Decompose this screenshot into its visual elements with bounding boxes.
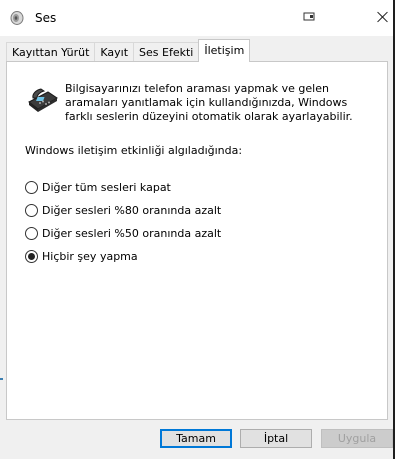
radio-button-selected[interactable] (25, 249, 38, 263)
window-icon[interactable] (299, 8, 319, 26)
panel-description: Bilgisayarınızı telefon araması yapmak v… (65, 82, 353, 123)
option-label: Diğer sesleri %50 oranında azalt (42, 226, 222, 240)
window-title: Ses (35, 11, 57, 25)
sound-dialog: Ses Kayıttan Yürüt Kayıt Ses Efekti İlet… (0, 0, 395, 459)
radio-button[interactable] (25, 203, 38, 217)
tab-strip: Kayıttan Yürüt Kayıt Ses Efekti İletişim (6, 39, 251, 62)
communications-panel: Bilgisayarınızı telefon araması yapmak v… (6, 61, 388, 420)
tab-playback[interactable]: Kayıttan Yürüt (6, 42, 96, 62)
option-reduce-50[interactable]: Diğer sesleri %50 oranında azalt (25, 222, 221, 244)
window-icon-glyph (303, 12, 315, 21)
option-label: Hiçbir şey yapma (42, 249, 138, 263)
edge-mark (0, 378, 3, 380)
option-mute-all[interactable]: Diğer tüm sesleri kapat (25, 176, 221, 198)
speaker-icon (10, 11, 24, 25)
communication-options: Diğer tüm sesleri kapat Diğer sesleri %8… (25, 176, 221, 268)
tab-recording[interactable]: Kayıt (94, 42, 135, 62)
radio-button[interactable] (25, 226, 38, 240)
option-label: Diğer sesleri %80 oranında azalt (42, 203, 222, 217)
radio-button[interactable] (25, 180, 38, 194)
tab-communications[interactable]: İletişim (198, 39, 251, 62)
apply-button[interactable]: Uygula (321, 429, 393, 448)
section-label: Windows iletişim etkinliği algıladığında… (25, 144, 243, 157)
title-bar[interactable]: Ses (0, 0, 395, 36)
telephone-icon (28, 88, 58, 112)
option-reduce-80[interactable]: Diğer sesleri %80 oranında azalt (25, 199, 221, 221)
close-icon[interactable] (373, 8, 393, 26)
tab-sounds[interactable]: Ses Efekti (133, 42, 200, 62)
ok-button[interactable]: Tamam (160, 429, 232, 448)
option-label: Diğer tüm sesleri kapat (42, 180, 171, 194)
option-do-nothing[interactable]: Hiçbir şey yapma (25, 245, 221, 267)
cancel-button[interactable]: İptal (240, 429, 312, 448)
